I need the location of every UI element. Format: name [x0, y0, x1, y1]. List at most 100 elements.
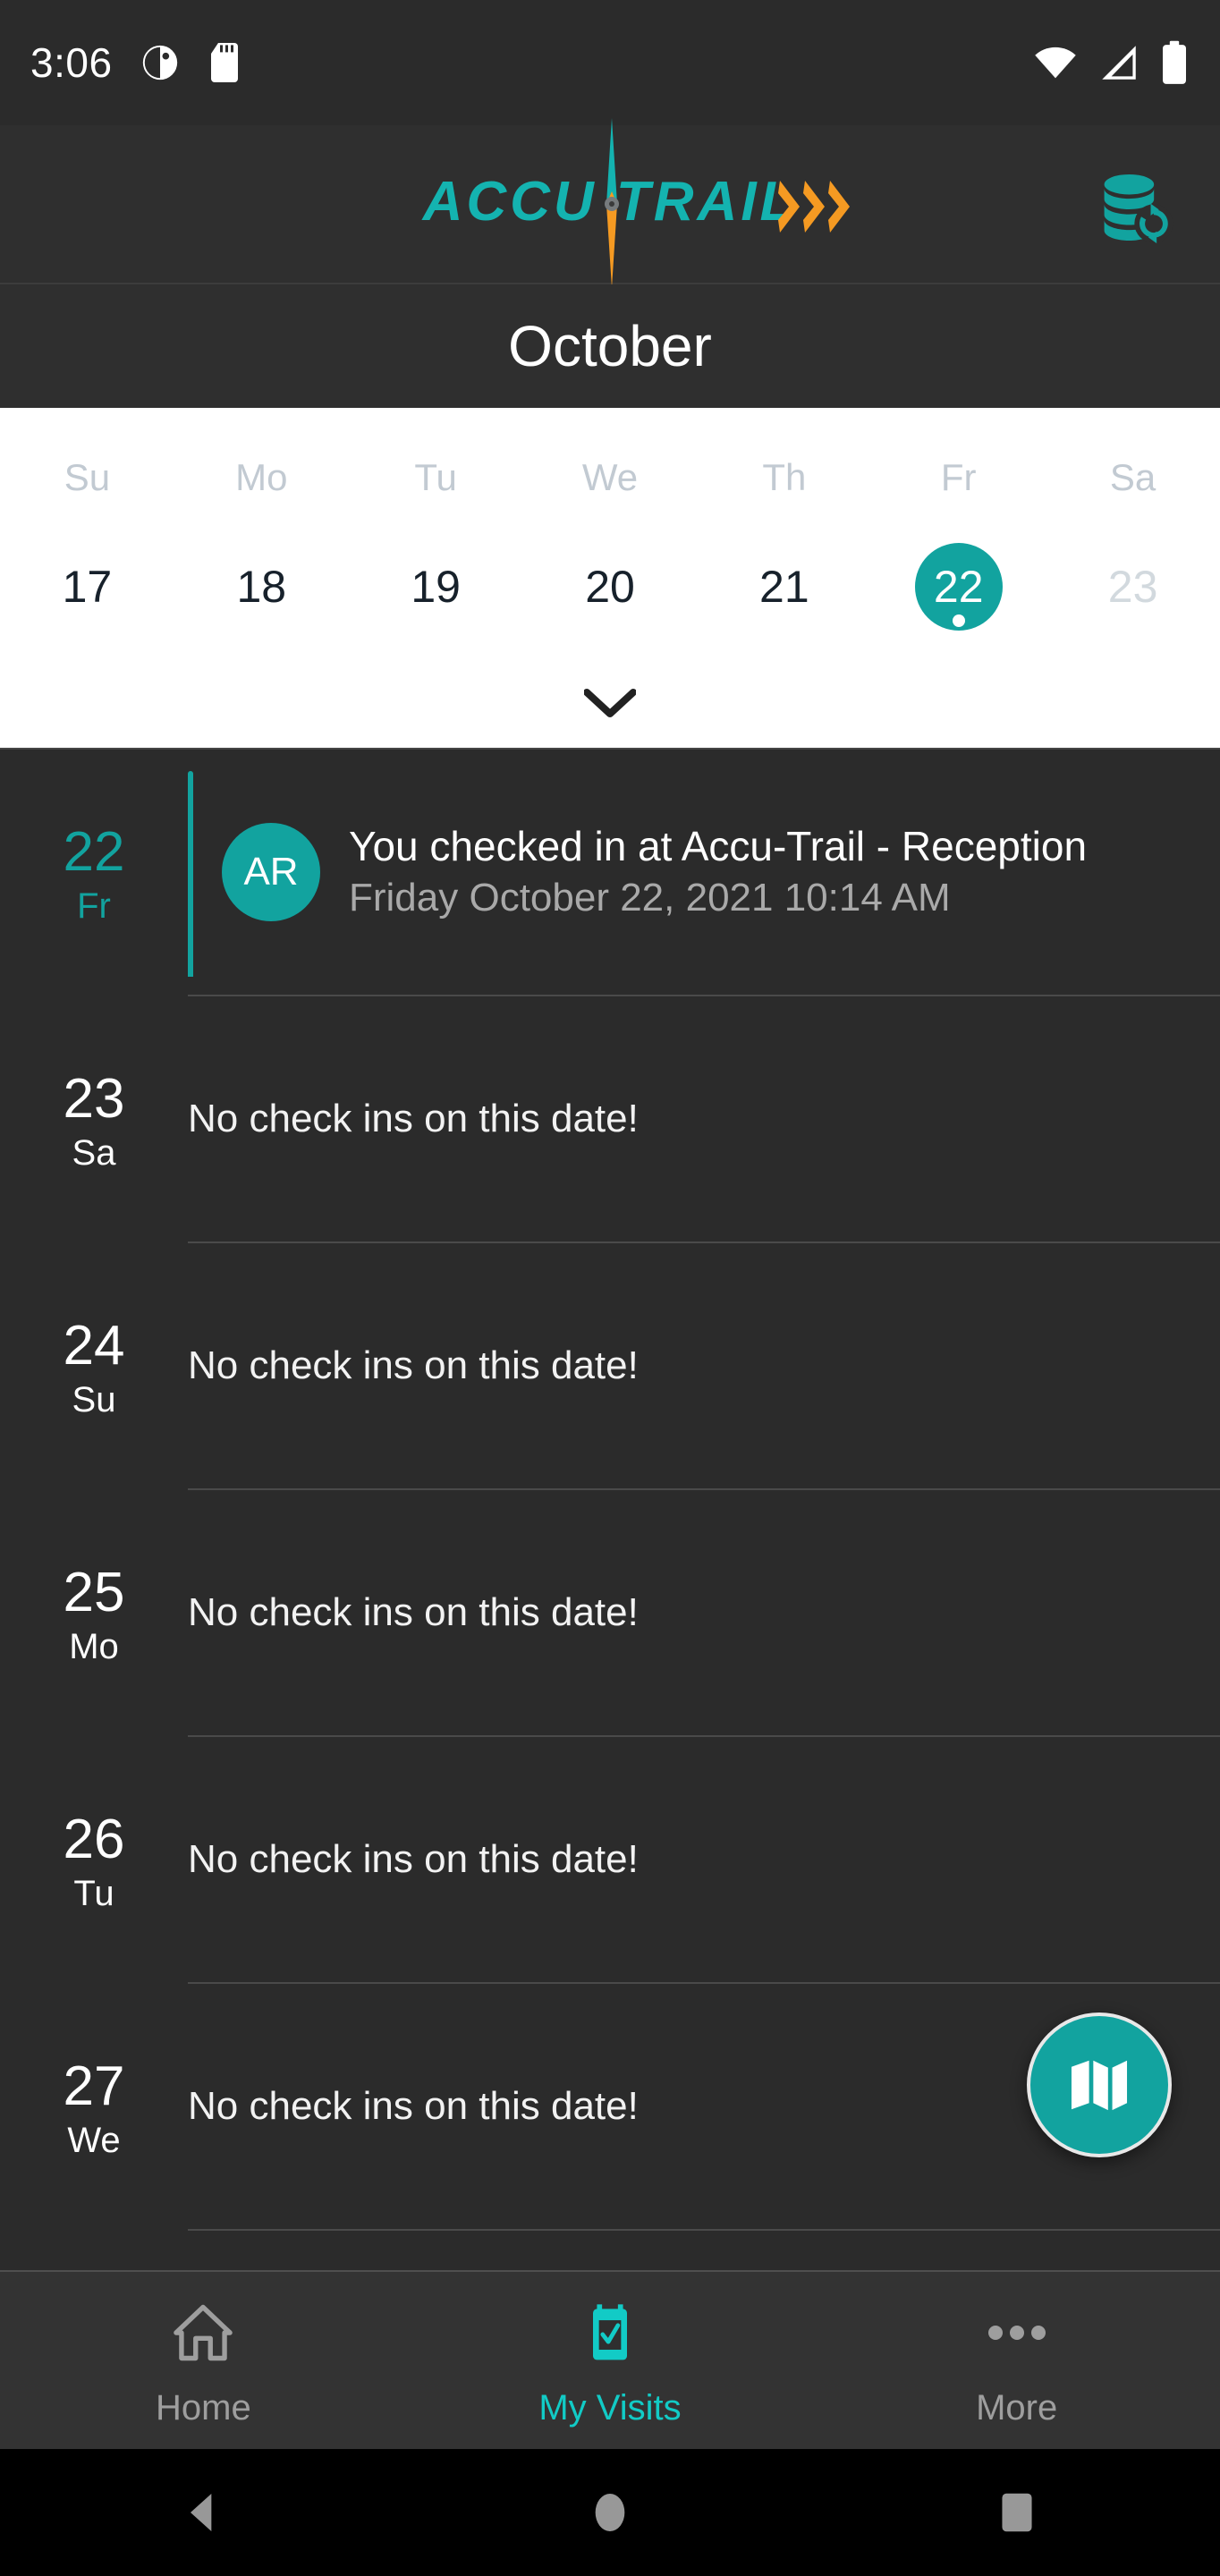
agenda-day-of-week: Su	[72, 1380, 116, 1420]
agenda-row[interactable]: 23 Sa No check ins on this date!	[0, 996, 1220, 1243]
agenda-day-of-week: Fr	[77, 886, 111, 927]
agenda-row-date: 26 Tu	[0, 1737, 188, 1984]
calendar-day-18[interactable]: 18	[217, 543, 305, 631]
nav-item-my-visits[interactable]: My Visits	[407, 2272, 814, 2449]
no-checkins-text: No check ins on this date!	[188, 2084, 639, 2128]
database-sync-icon[interactable]	[1097, 172, 1173, 248]
agenda-row[interactable]: 24 Su No check ins on this date!	[0, 1243, 1220, 1490]
event-title: You checked in at Accu-Trail - Reception	[349, 823, 1088, 870]
calendar-day-cell[interactable]: 20	[523, 543, 698, 631]
calendar-day-20[interactable]: 20	[566, 543, 654, 631]
agenda-row-date: 25 Mo	[0, 1490, 188, 1737]
nav-label-my-visits: My Visits	[538, 2387, 682, 2428]
back-triangle-icon	[191, 2494, 212, 2531]
no-checkins-text: No check ins on this date!	[188, 1343, 639, 1387]
agenda-day-number: 22	[63, 820, 125, 883]
agenda-row[interactable]: 26 Tu No check ins on this date!	[0, 1737, 1220, 1984]
nav-item-home[interactable]: Home	[0, 2272, 407, 2449]
status-bar-right	[1032, 39, 1190, 86]
status-bar: 3:06	[0, 0, 1220, 125]
no-checkins-text: No check ins on this date!	[188, 1590, 639, 1634]
week-days-row: 17 18 19 20 21 22 23	[0, 506, 1220, 667]
app-logo: ACCU TRAIL	[324, 118, 896, 288]
weekday-label: Sa	[1109, 456, 1156, 498]
calendar-day-17[interactable]: 17	[43, 543, 131, 631]
calendar-day-cell[interactable]: 19	[349, 543, 523, 631]
calendar-day-cell[interactable]: 17	[0, 543, 174, 631]
app-bar: ACCU TRAIL	[0, 118, 1220, 288]
agenda-row-date: 22 Fr	[0, 750, 188, 996]
event-subtitle: Friday October 22, 2021 10:14 AM	[349, 876, 951, 920]
event-text-block: You checked in at Accu-Trail - Reception…	[349, 822, 1087, 922]
weekday-label: Tu	[414, 456, 457, 498]
week-calendar: Su Mo Tu We Th Fr Sa 17 18 19 20 21 22 2…	[0, 408, 1220, 748]
agenda-row-date: 27 We	[0, 1984, 188, 2231]
agenda-day-number: 25	[63, 1561, 125, 1623]
calendar-expand-button[interactable]	[0, 667, 1220, 742]
calendar-day-cell[interactable]: 22	[871, 543, 1046, 631]
cellular-signal-icon	[1102, 46, 1136, 80]
calendar-day-21[interactable]: 21	[741, 543, 828, 631]
agenda-row[interactable]: 22 Fr AR You checked in at Accu-Trail - …	[0, 750, 1220, 996]
agenda-day-number: 23	[63, 1067, 125, 1130]
app-screen: 3:06 ACCU TRAIL October Su Mo Tu We Th F…	[0, 0, 1220, 2576]
weekday-header-row: Su Mo Tu We Th Fr Sa	[0, 408, 1220, 506]
map-icon	[1071, 2060, 1128, 2111]
calendar-day-23[interactable]: 23	[1089, 543, 1177, 631]
weekday-label: We	[581, 456, 639, 498]
compass-needle-icon	[605, 118, 619, 288]
event-accent-line	[188, 771, 193, 977]
agenda-row-body[interactable]: No check ins on this date!	[188, 1737, 1220, 1984]
weekday-label: Th	[762, 456, 807, 498]
weekday-label: Mo	[235, 456, 288, 498]
agenda-row-date: 23 Sa	[0, 996, 188, 1243]
calendar-day-cell[interactable]: 18	[174, 543, 349, 631]
calendar-day-cell[interactable]: 21	[697, 543, 871, 631]
home-icon	[169, 2293, 237, 2372]
agenda-row[interactable]: 25 Mo No check ins on this date!	[0, 1490, 1220, 1737]
agenda-row-body[interactable]: AR You checked in at Accu-Trail - Recept…	[188, 750, 1220, 996]
calendar-day-22-selected[interactable]: 22	[914, 543, 1003, 631]
no-checkins-text: No check ins on this date!	[188, 1097, 639, 1140]
agenda-day-number: 27	[63, 2055, 125, 2117]
android-home-button[interactable]	[407, 2487, 814, 2538]
month-title: October	[508, 314, 712, 378]
map-fab-button[interactable]	[1027, 2012, 1172, 2157]
chevron-down-icon[interactable]	[584, 689, 636, 721]
agenda-row-body[interactable]: No check ins on this date!	[188, 1490, 1220, 1737]
android-navigation-bar[interactable]	[0, 2449, 1220, 2576]
agenda-day-of-week: Mo	[69, 1627, 119, 1667]
agenda-day-number: 26	[63, 1808, 125, 1870]
agenda-row-date: 24 Su	[0, 1243, 188, 1490]
agenda-row-body[interactable]: No check ins on this date!	[188, 1243, 1220, 1490]
agenda-list[interactable]: 22 Fr AR You checked in at Accu-Trail - …	[0, 748, 1220, 2270]
agenda-day-of-week: Tu	[73, 1874, 114, 1914]
sd-card-icon	[210, 43, 238, 82]
nav-label-home: Home	[155, 2387, 251, 2428]
calendar-day-19[interactable]: 19	[392, 543, 479, 631]
nav-item-more[interactable]: More	[813, 2272, 1220, 2449]
recents-square-icon	[1002, 2493, 1032, 2532]
logo-chevrons-icon	[778, 181, 851, 233]
do-not-disturb-icon	[142, 45, 177, 80]
wifi-icon	[1035, 47, 1076, 79]
battery-icon	[1163, 40, 1186, 84]
bottom-navigation[interactable]: Home My Visits More	[0, 2270, 1220, 2449]
calendar-check-icon	[576, 2293, 644, 2372]
agenda-day-of-week: Sa	[72, 1133, 116, 1174]
agenda-day-of-week: We	[67, 2121, 121, 2161]
month-header: October	[0, 284, 1220, 408]
calendar-day-cell[interactable]: 23	[1046, 543, 1220, 631]
nav-label-more: More	[976, 2387, 1058, 2428]
agenda-row-body[interactable]: No check ins on this date!	[188, 996, 1220, 1243]
avatar: AR	[222, 823, 320, 921]
weekday-label: Su	[64, 456, 111, 498]
android-back-button[interactable]	[0, 2487, 407, 2538]
weekday-label: Fr	[940, 456, 977, 498]
home-circle-icon	[595, 2494, 625, 2531]
no-checkins-text: No check ins on this date!	[188, 1837, 639, 1881]
status-clock: 3:06	[30, 39, 113, 86]
check-in-event-card[interactable]: AR You checked in at Accu-Trail - Recept…	[188, 822, 1184, 922]
android-recents-button[interactable]	[813, 2489, 1220, 2536]
more-horizontal-icon	[983, 2293, 1051, 2372]
